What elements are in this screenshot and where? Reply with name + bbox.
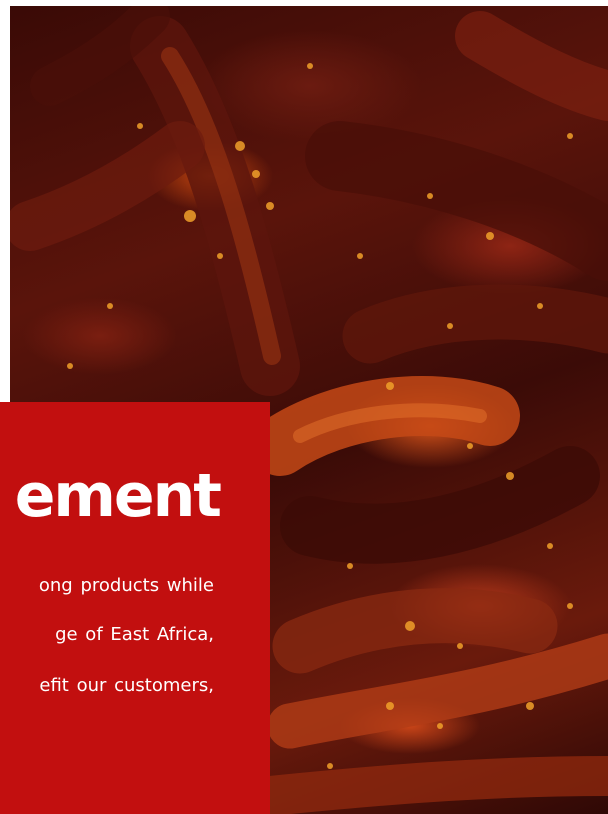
page: ement ong products while ge of East Afri…: [0, 0, 608, 814]
panel-text-line-1: ong products while: [0, 571, 270, 601]
panel-text-line-2-text: ge of East Africa,: [55, 624, 214, 645]
panel-heading-text: ement: [14, 461, 222, 531]
panel-text-line-2: ge of East Africa,: [0, 620, 270, 650]
panel-text-line-3-text: efit our customers,: [39, 675, 214, 696]
panel-text-line-3: efit our customers,: [0, 671, 270, 701]
panel-text-line-1-text: ong products while: [38, 575, 214, 596]
panel-heading: ement: [0, 456, 270, 536]
